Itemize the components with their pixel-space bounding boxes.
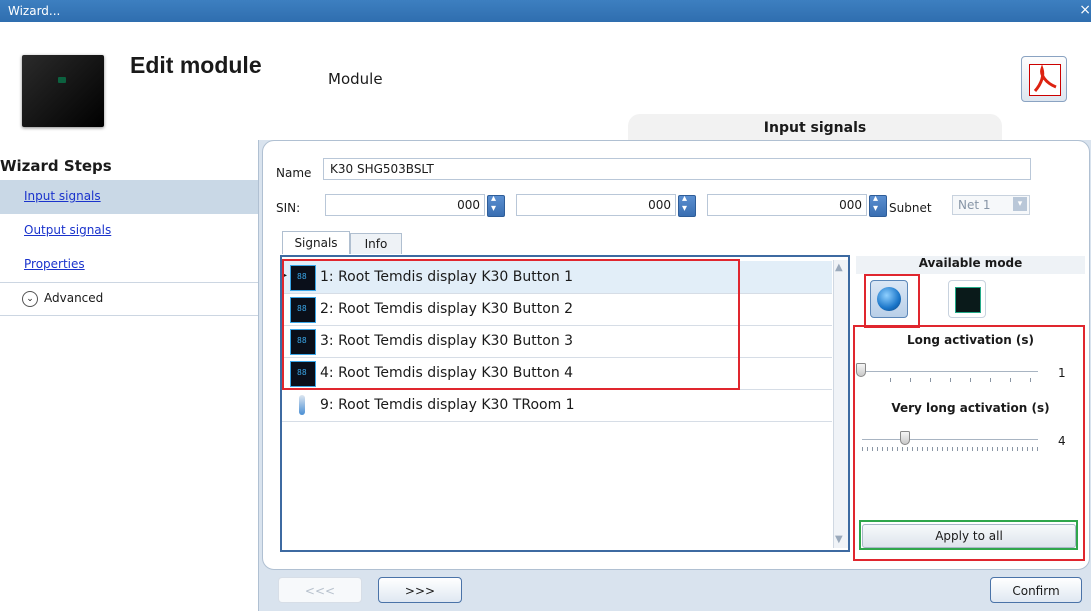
signals-scrollbar[interactable] [833, 260, 848, 548]
signal-label: 9: Root Temdis display K30 TRoom 1 [320, 397, 575, 413]
name-label: Name [276, 166, 312, 180]
thermometer-icon [299, 395, 305, 415]
confirm-button[interactable]: Confirm [990, 577, 1082, 603]
wizard-step-properties[interactable]: Properties [0, 248, 258, 282]
highlight-mode-selection [864, 274, 920, 328]
subnet-label: Subnet [889, 201, 932, 215]
previous-button[interactable]: <<< [278, 577, 362, 603]
sin-3-spinner[interactable] [869, 193, 887, 217]
display-mode-button[interactable] [948, 280, 986, 318]
sin-field-3[interactable]: 000 [707, 194, 867, 216]
window-title: Wizard... [8, 4, 61, 18]
highlight-activation-settings [853, 325, 1085, 561]
pdf-report-icon [1029, 64, 1061, 96]
section-header: Input signals [628, 114, 1002, 142]
pdf-report-button[interactable] [1021, 56, 1067, 102]
available-mode-title: Available mode [856, 256, 1085, 274]
wizard-step-input-signals[interactable]: Input signals [0, 180, 258, 214]
scroll-down-icon[interactable]: ▼ [835, 534, 843, 545]
wizard-step-label[interactable]: Input signals [24, 189, 101, 203]
device-image [22, 55, 104, 127]
name-input[interactable]: K30 SHG503BSLT [323, 158, 1031, 180]
advanced-label: Advanced [44, 291, 104, 305]
subnet-select[interactable]: Net 1 ▾ [952, 195, 1030, 215]
sin-1-spinner[interactable] [487, 193, 505, 217]
scroll-up-icon[interactable]: ▲ [835, 262, 843, 273]
advanced-toggle[interactable] [0, 282, 258, 316]
wizard-step-output-signals[interactable]: Output signals [0, 214, 258, 248]
window-title-bar: Wizard... × [0, 0, 1091, 22]
section-header-label: Input signals [763, 120, 867, 136]
list-item[interactable]: 9: Root Temdis display K30 TRoom 1 [282, 389, 832, 422]
highlight-button-rows [282, 259, 740, 390]
tab-signals[interactable]: Signals [282, 231, 350, 254]
chevron-down-icon[interactable]: ⌄ [22, 291, 38, 307]
chevron-down-icon[interactable]: ▾ [1013, 197, 1027, 211]
wizard-steps-title: Wizard Steps [0, 157, 112, 175]
close-icon[interactable]: × [1079, 2, 1091, 18]
wizard-step-label[interactable]: Properties [24, 257, 85, 271]
wizard-step-label[interactable]: Output signals [24, 223, 111, 237]
sin-field-1[interactable]: 000 [325, 194, 485, 216]
module-label: Module [328, 70, 383, 88]
subnet-value: Net 1 [958, 198, 991, 212]
sin-label: SIN: [276, 201, 301, 215]
tab-info[interactable]: Info [350, 233, 402, 254]
next-button[interactable]: >>> [378, 577, 462, 603]
sin-2-spinner[interactable] [678, 193, 696, 217]
page-title: Edit module [130, 52, 262, 78]
sin-field-2[interactable]: 000 [516, 194, 676, 216]
